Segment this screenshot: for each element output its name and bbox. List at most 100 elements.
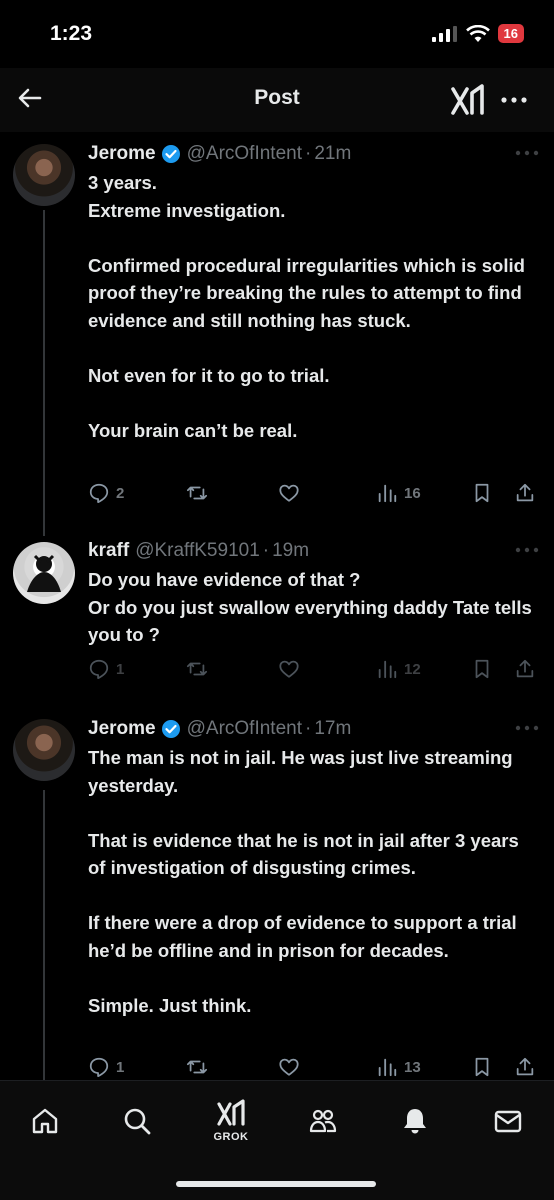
separator-dot: ·	[305, 718, 312, 739]
wifi-icon	[465, 24, 490, 42]
post-header: Jerome @ArcOfIntent · 17m	[88, 716, 351, 742]
bookmark-button[interactable]	[471, 658, 493, 680]
author-name[interactable]: Jerome	[88, 143, 156, 165]
bookmark-icon	[475, 483, 489, 503]
nav-notifications[interactable]	[395, 1101, 435, 1141]
author-name[interactable]: Jerome	[88, 718, 156, 740]
home-indicator	[176, 1181, 376, 1187]
signal-icon	[431, 25, 457, 42]
author-name[interactable]: kraff	[88, 540, 129, 562]
home-icon	[32, 1108, 58, 1134]
views-button[interactable]: 16	[376, 482, 421, 504]
share-icon	[516, 659, 534, 678]
post-actions: 1 13	[88, 1056, 548, 1082]
repost-icon	[186, 1060, 208, 1074]
share-icon	[516, 483, 534, 502]
more-options-icon[interactable]	[500, 90, 528, 110]
views-button[interactable]: 13	[376, 1056, 421, 1078]
post[interactable]: Jerome @ArcOfIntent · 17m The man is not…	[0, 716, 554, 1086]
post-line: Your brain can’t be real.	[88, 419, 298, 441]
verified-badge-icon	[161, 720, 180, 738]
reply-icon	[89, 659, 109, 680]
reply-icon	[89, 1057, 109, 1078]
nav-grok[interactable]	[211, 1093, 251, 1133]
like-button[interactable]	[278, 1056, 300, 1078]
messages-icon	[494, 1110, 522, 1133]
post-text: Do you have evidence of that ? Or do you…	[88, 566, 533, 649]
avatar[interactable]	[13, 719, 75, 781]
post-time: 19m	[272, 540, 310, 561]
reply-icon	[89, 483, 109, 504]
post-actions: 1 12	[88, 658, 548, 684]
post-header: kraff @KraffK59101 · 19m	[88, 538, 309, 564]
views-icon	[378, 484, 397, 503]
nav-home[interactable]	[25, 1101, 65, 1141]
battery-badge: 16	[497, 24, 524, 43]
reply-button[interactable]: 1	[88, 658, 124, 680]
communities-icon	[309, 1109, 337, 1133]
verified-badge-icon	[161, 145, 180, 163]
repost-icon	[186, 486, 208, 500]
post-more-icon[interactable]	[514, 722, 540, 734]
post-actions: 2 16	[88, 482, 548, 508]
grok-icon[interactable]	[450, 83, 486, 117]
share-button[interactable]	[514, 482, 536, 504]
status-bar: 1:23 16	[0, 0, 554, 68]
grok-label: GROK	[213, 1131, 249, 1143]
separator-dot: ·	[262, 540, 270, 561]
repost-button[interactable]	[186, 482, 208, 504]
post-more-icon[interactable]	[514, 147, 540, 159]
heart-icon	[279, 484, 299, 502]
views-icon	[378, 1058, 397, 1077]
post[interactable]: Jerome @ArcOfIntent · 21m 3 years. Extre…	[0, 141, 554, 521]
avatar-figure-icon	[27, 554, 61, 592]
repost-button[interactable]	[186, 658, 208, 680]
status-time: 1:23	[50, 22, 93, 45]
bookmark-button[interactable]	[471, 482, 493, 504]
reply-count: 1	[116, 1058, 125, 1076]
search-icon	[124, 1108, 151, 1135]
views-count: 16	[404, 484, 421, 502]
post-text: 3 years. Extreme investigation. Confirme…	[88, 169, 533, 444]
post-text: The man is not in jail. He was just live…	[88, 744, 533, 1019]
repost-icon	[186, 662, 208, 676]
nav-communities[interactable]	[303, 1101, 343, 1141]
avatar[interactable]	[13, 542, 75, 604]
reply-button[interactable]: 1	[88, 1056, 124, 1078]
post-line: 3 years.	[88, 172, 157, 193]
nav-search[interactable]	[117, 1101, 157, 1141]
repost-button[interactable]	[186, 1056, 208, 1078]
post-time: 21m	[314, 143, 352, 164]
post-line: That is evidence that he is not in jail …	[88, 829, 519, 879]
post-more-icon[interactable]	[514, 544, 540, 556]
author-handle[interactable]: @ArcOfIntent	[187, 718, 302, 740]
post-line: Not even for it to go to trial.	[88, 364, 330, 386]
post-line: Confirmed procedural irregularities whic…	[88, 254, 525, 331]
author-handle[interactable]: @ArcOfIntent	[187, 143, 302, 165]
post[interactable]: kraff @KraffK59101 · 19m Do you have evi…	[0, 538, 554, 708]
post-line: Do you have evidence of that ?	[88, 569, 361, 590]
views-icon	[378, 660, 397, 679]
reply-count: 2	[116, 484, 125, 502]
notifications-icon	[404, 1109, 426, 1134]
bookmark-button[interactable]	[471, 1056, 493, 1078]
author-handle[interactable]: @KraffK59101	[135, 540, 260, 562]
share-button[interactable]	[514, 1056, 536, 1078]
post-time: 17m	[314, 718, 352, 739]
views-count: 12	[404, 660, 421, 678]
share-button[interactable]	[514, 658, 536, 680]
reply-button[interactable]: 2	[88, 482, 124, 504]
post-header: Jerome @ArcOfIntent · 21m	[88, 141, 351, 167]
post-line: Extreme investigation.	[88, 199, 286, 221]
separator-dot: ·	[305, 143, 312, 164]
top-bar: Post	[0, 68, 554, 132]
heart-icon	[279, 1058, 299, 1076]
like-button[interactable]	[278, 658, 300, 680]
views-button[interactable]: 12	[376, 658, 421, 680]
avatar[interactable]	[13, 144, 75, 206]
views-count: 13	[404, 1058, 421, 1076]
nav-messages[interactable]	[488, 1101, 528, 1141]
bookmark-icon	[475, 659, 489, 679]
back-arrow-icon[interactable]	[16, 84, 44, 112]
like-button[interactable]	[278, 482, 300, 504]
